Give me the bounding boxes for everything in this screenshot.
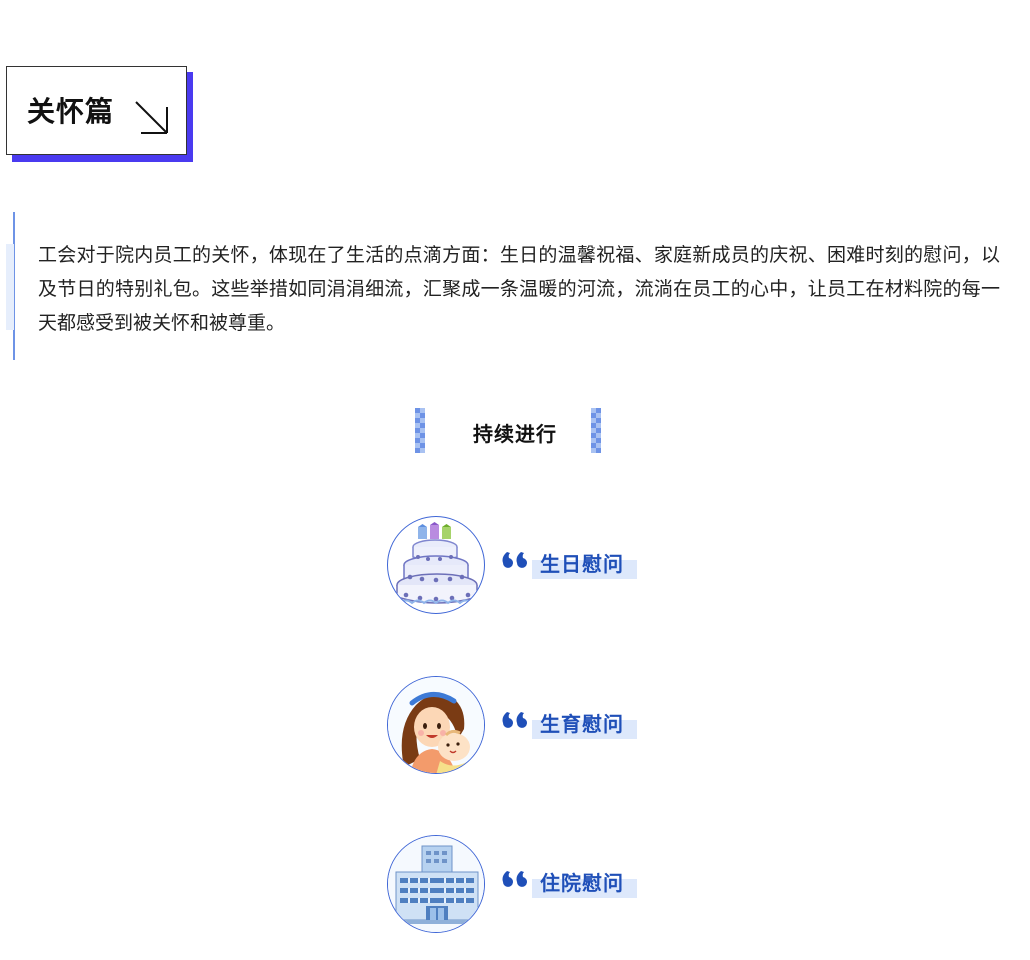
list-item-hospital: 住院慰问 bbox=[387, 835, 647, 933]
quote-icon bbox=[502, 712, 527, 728]
item-label: 生日慰问 bbox=[540, 552, 624, 576]
intro-paragraph: 工会对于院内员工的关怀，体现在了生活的点滴方面：生日的温馨祝福、家庭新成员的庆祝… bbox=[38, 244, 1000, 334]
quote-icon bbox=[502, 871, 527, 887]
arrow-down-right-icon bbox=[135, 101, 168, 134]
subheading-title: 持续进行 bbox=[473, 422, 557, 446]
paragraph-tint bbox=[6, 244, 14, 330]
quote-icon bbox=[502, 552, 527, 568]
section-title-box: 关怀篇 bbox=[6, 66, 187, 155]
hospital-icon bbox=[387, 835, 485, 933]
birthday-cake-icon bbox=[387, 516, 485, 614]
list-item-maternity: 生育慰问 bbox=[387, 676, 647, 774]
item-label: 住院慰问 bbox=[540, 871, 624, 895]
subheading: 持续进行 bbox=[415, 408, 615, 456]
section-title: 关怀篇 bbox=[27, 95, 115, 128]
list-item-birthday: 生日慰问 bbox=[387, 516, 647, 614]
mother-baby-icon bbox=[387, 676, 485, 774]
item-label: 生育慰问 bbox=[540, 712, 624, 736]
checker-deco-icon bbox=[591, 408, 601, 453]
